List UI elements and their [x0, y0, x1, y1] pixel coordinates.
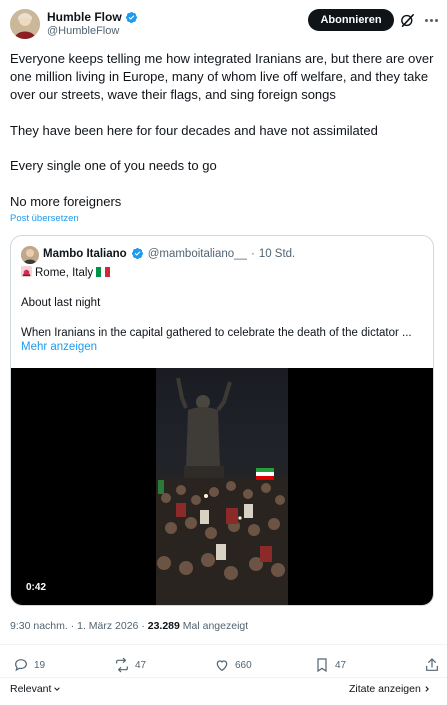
video-timestamp: 0:42	[26, 582, 47, 593]
repost-button[interactable]: 47	[114, 657, 146, 673]
chevron-down-icon	[54, 687, 61, 691]
grok-icon[interactable]	[399, 12, 416, 29]
divider	[0, 644, 447, 645]
bookmark-button[interactable]: 47	[314, 657, 346, 673]
author-handle[interactable]: @HumbleFlow	[47, 25, 119, 37]
reply-icon	[15, 659, 27, 672]
video-frame	[156, 368, 288, 605]
verified-badge-icon	[125, 11, 137, 23]
quote-separator: ·	[250, 247, 255, 260]
video-player[interactable]: 0:42	[11, 368, 433, 605]
quote-author-avatar[interactable]	[21, 246, 39, 264]
post-time-date[interactable]: 9:30 nachm. · 1. März 2026 ·	[10, 620, 145, 632]
author-avatar[interactable]	[10, 9, 40, 39]
post-meta: 9:30 nachm. · 1. März 2026 · 23.289 Mal …	[10, 620, 248, 632]
italy-flag-icon	[96, 267, 111, 277]
like-button[interactable]: 660	[214, 657, 252, 673]
quoted-post-card[interactable]: Mambo Italiano @mamboitaliano__ · 10 Std…	[10, 235, 434, 606]
author-name-row[interactable]: Humble Flow	[47, 10, 138, 24]
show-more-link[interactable]: Mehr anzeigen	[21, 341, 97, 353]
bookmark-icon	[317, 658, 327, 673]
sort-dropdown[interactable]: Relevant	[10, 683, 61, 695]
repost-icon	[116, 657, 128, 673]
quote-text-line-2: When Iranians in the capital gathered to…	[21, 327, 412, 339]
chevron-right-icon	[425, 686, 429, 692]
share-icon	[426, 658, 438, 671]
view-quotes-link[interactable]: Zitate anzeigen	[349, 683, 431, 695]
share-button[interactable]	[424, 657, 440, 673]
verified-badge-icon	[131, 247, 143, 260]
siren-icon	[21, 266, 32, 277]
tweet-paragraph-2: They have been here for four decades and…	[10, 123, 378, 138]
quote-text-line-1: About last night	[21, 297, 101, 309]
views-count: 23.289	[147, 620, 180, 632]
like-count: 660	[235, 659, 252, 671]
tweet-paragraph-3: Every single one of you needs to go	[10, 158, 217, 173]
author-name[interactable]: Humble Flow	[47, 10, 122, 24]
quote-time[interactable]: 10 Std.	[259, 248, 295, 260]
quote-location-line: Rome, Italy	[21, 266, 111, 281]
repost-count: 47	[135, 659, 147, 671]
quote-header: Mambo Italiano @mamboitaliano__ · 10 Std…	[43, 247, 295, 260]
more-icon[interactable]	[422, 12, 440, 28]
views-label: Mal angezeigt	[182, 620, 249, 632]
quote-author-handle[interactable]: @mamboitaliano__	[148, 248, 247, 260]
reply-count: 19	[34, 659, 46, 671]
view-quotes-label: Zitate anzeigen	[349, 683, 421, 695]
translate-post-link[interactable]: Post übersetzen	[10, 213, 79, 224]
like-icon	[216, 660, 228, 672]
tweet-paragraph-4: No more foreigners	[10, 194, 122, 209]
quote-location: Rome, Italy	[35, 267, 94, 279]
tweet-paragraph-1: Everyone keeps telling me how integrated…	[10, 51, 434, 102]
reply-button[interactable]: 19	[13, 657, 45, 673]
sort-label: Relevant	[10, 683, 52, 695]
bookmark-count: 47	[335, 659, 347, 671]
subscribe-button[interactable]: Abonnieren	[308, 9, 394, 31]
divider	[0, 677, 447, 678]
quote-author-name[interactable]: Mambo Italiano	[43, 248, 127, 260]
